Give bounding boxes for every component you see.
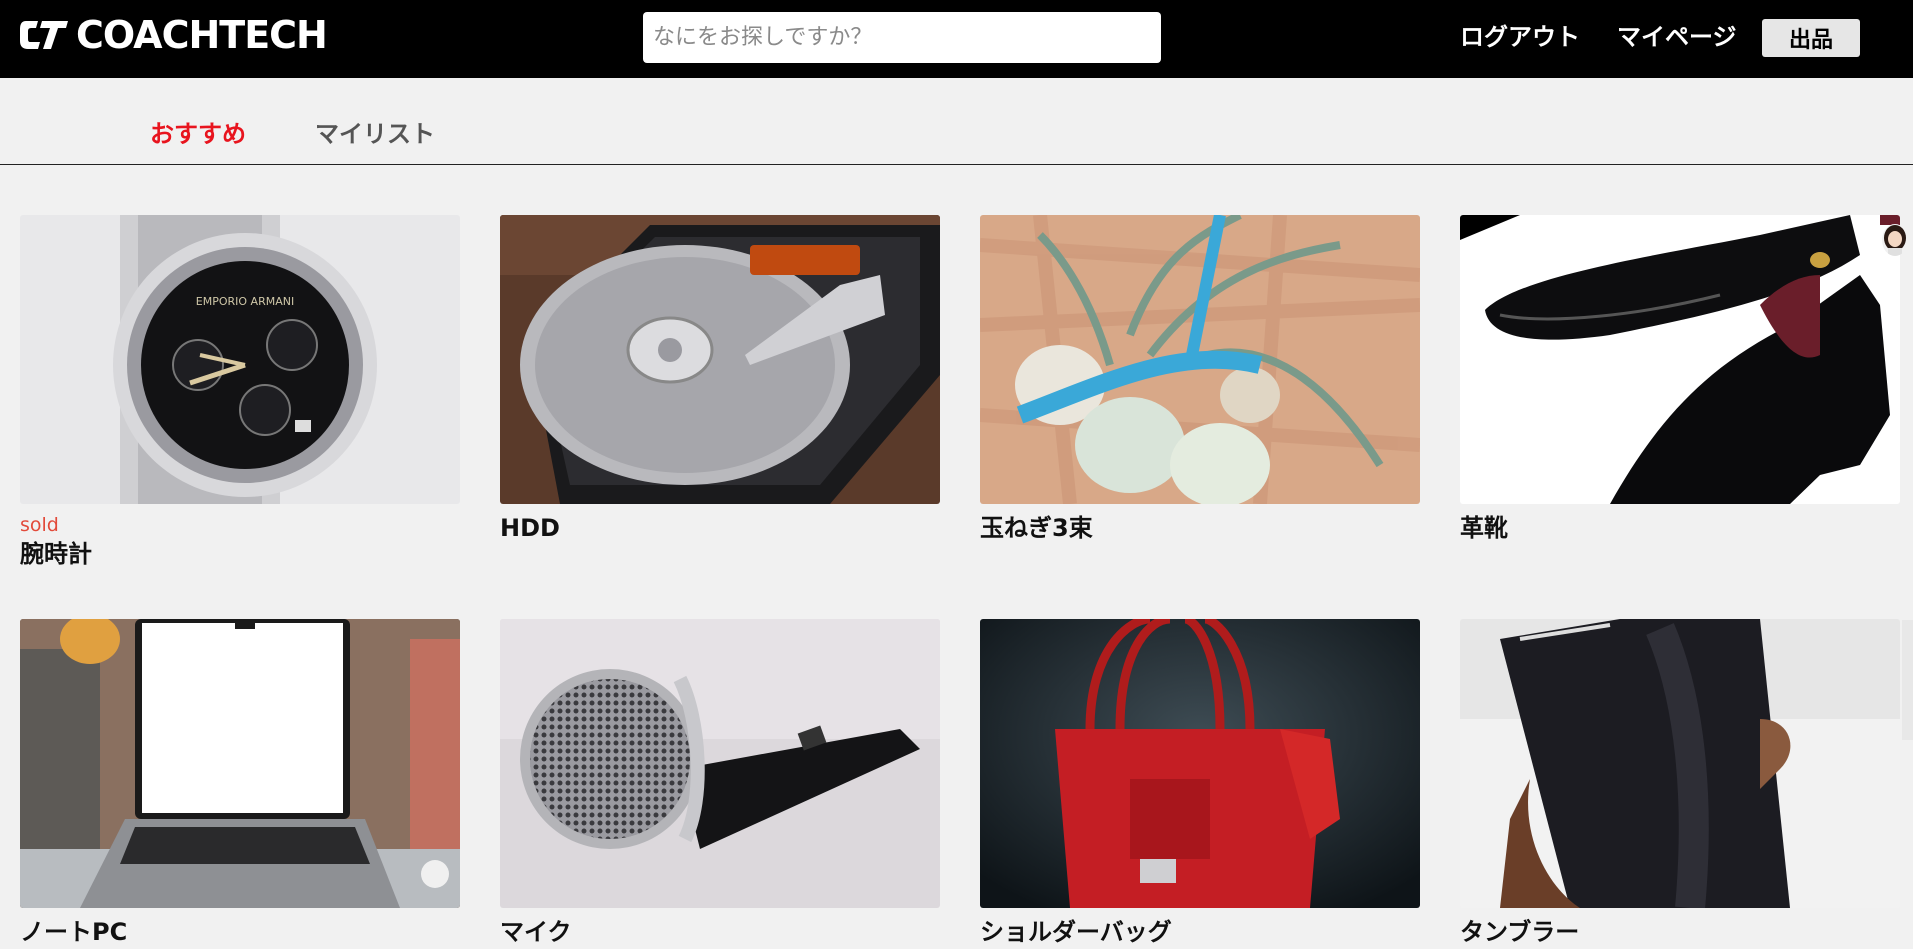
item-name[interactable]: ショルダーバッグ (980, 916, 1420, 948)
logout-link[interactable]: ログアウト (1460, 20, 1580, 54)
item-card[interactable]: ノートPC (20, 619, 460, 948)
item-card[interactable]: ショルダーバッグ (980, 619, 1420, 948)
hard-drive-image[interactable] (500, 215, 940, 504)
item-card[interactable]: マイク (500, 619, 940, 948)
laptop-image[interactable] (20, 619, 460, 908)
onion-bundle-image[interactable] (980, 215, 1420, 504)
item-name[interactable]: 腕時計 (20, 538, 460, 570)
leather-shoes-image[interactable] (1460, 215, 1900, 504)
shoulder-bag-image[interactable] (980, 619, 1420, 908)
avatar[interactable] (1882, 224, 1908, 256)
item-card[interactable]: タンブラー (1460, 619, 1900, 948)
item-name[interactable]: 玉ねぎ3束 (980, 512, 1420, 544)
item-tabs: おすすめ マイリスト (0, 78, 1913, 164)
partial-next-item (1902, 620, 1913, 740)
sell-button[interactable]: 出品 (1762, 19, 1860, 57)
item-card[interactable]: 玉ねぎ3束 (980, 215, 1420, 544)
sold-label: sold (20, 514, 59, 536)
item-name[interactable]: 革靴 (1460, 512, 1900, 544)
item-card[interactable]: EMPORIO ARMANI sold 腕時計 (20, 215, 460, 570)
item-card[interactable]: 革靴 (1460, 215, 1900, 544)
item-name[interactable]: マイク (500, 916, 940, 948)
mypage-link[interactable]: マイページ (1617, 20, 1737, 54)
item-card[interactable]: HDD (500, 215, 940, 544)
tab-divider (0, 164, 1913, 165)
item-name[interactable]: HDD (500, 512, 940, 544)
tumbler-image[interactable] (1460, 619, 1900, 908)
site-header: COACHTECH ログアウト マイページ 出品 (0, 0, 1913, 78)
item-name[interactable]: ノートPC (20, 916, 460, 948)
svg-text:EMPORIO ARMANI: EMPORIO ARMANI (196, 295, 294, 308)
ct-logo-icon (20, 21, 68, 49)
wristwatch-image[interactable]: EMPORIO ARMANI (20, 215, 460, 504)
item-name[interactable]: タンブラー (1460, 916, 1900, 948)
tab-recommended[interactable]: おすすめ (150, 118, 246, 150)
microphone-image[interactable] (500, 619, 940, 908)
search-input[interactable] (643, 12, 1161, 63)
logo-text: COACHTECH (76, 13, 328, 57)
coachtech-logo[interactable]: COACHTECH (18, 13, 328, 57)
tab-mylist[interactable]: マイリスト (315, 118, 435, 150)
